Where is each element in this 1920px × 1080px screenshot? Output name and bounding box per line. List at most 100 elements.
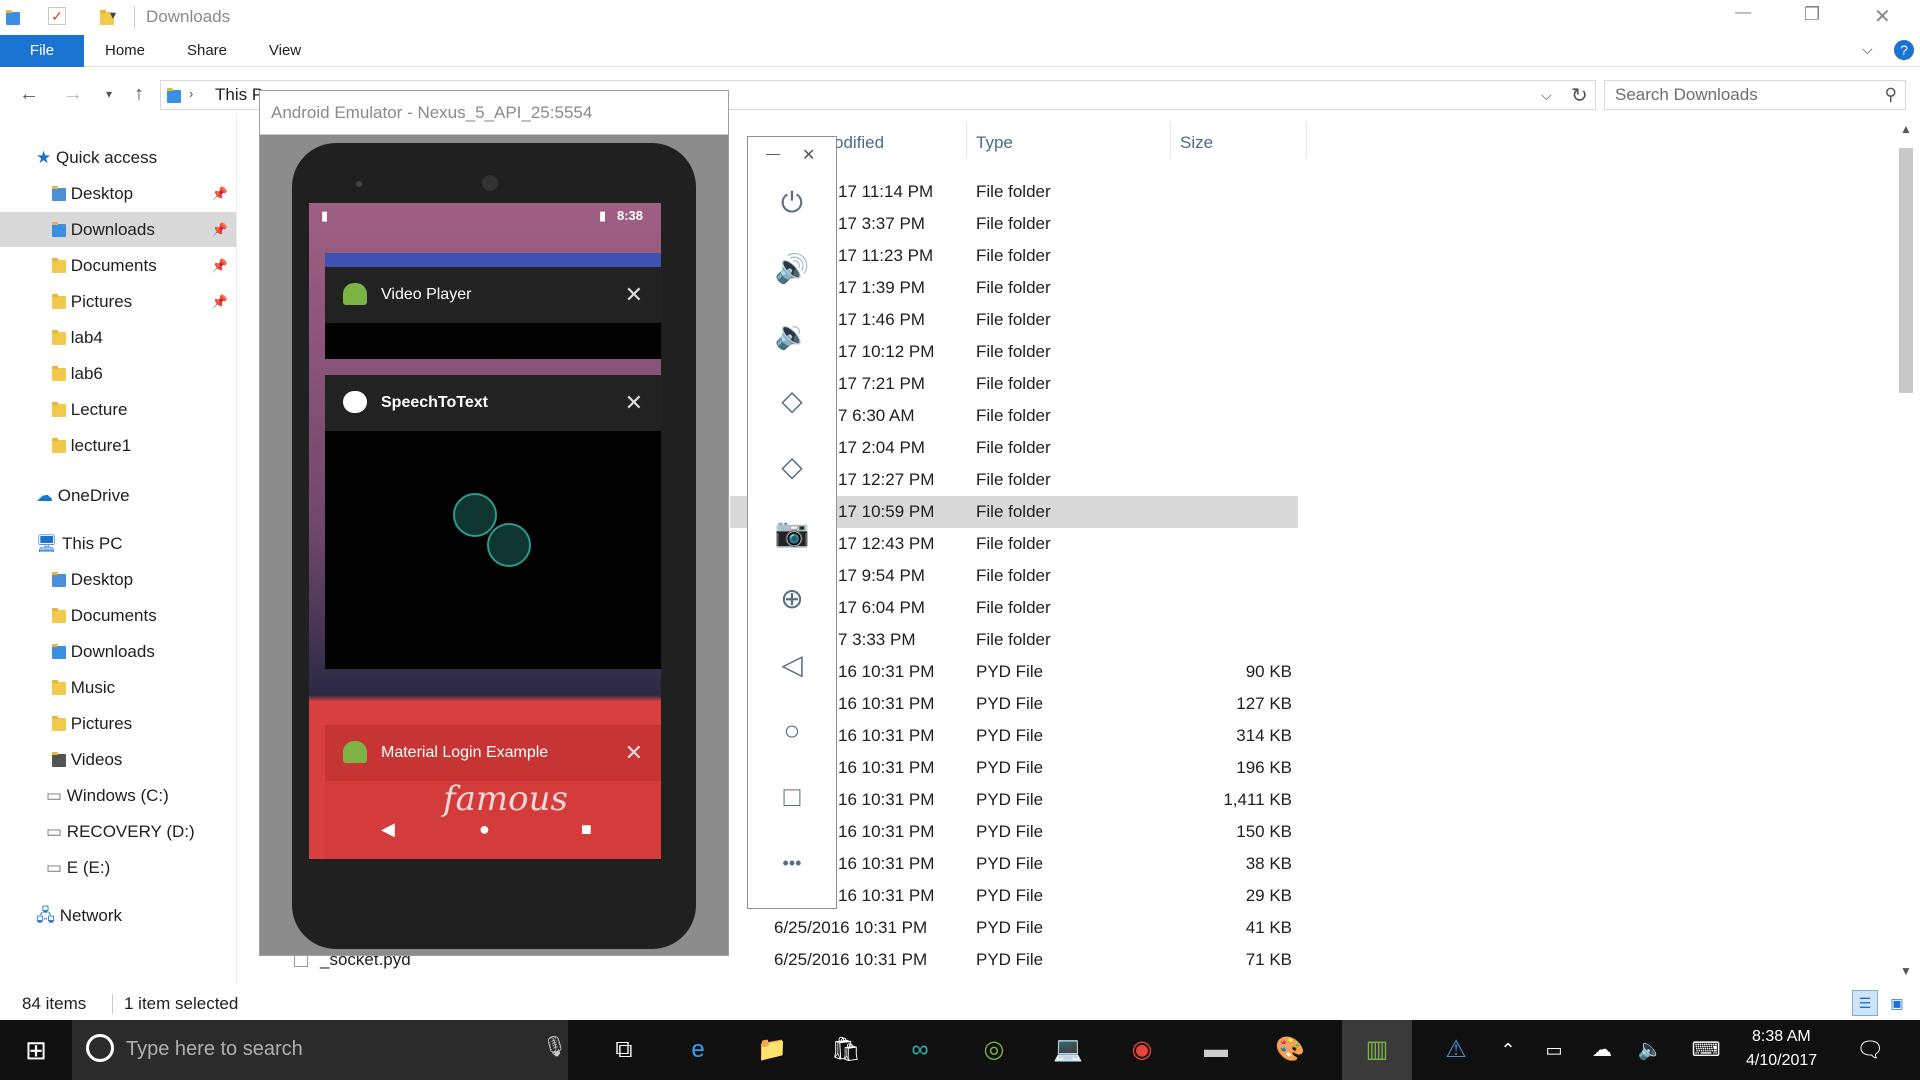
back-icon[interactable]: ◁ [748,645,836,685]
cell-type: File folder [976,630,1051,649]
edge-icon[interactable]: e [678,1030,718,1070]
selection-count: 1 item selected [124,994,239,1013]
terminal-icon[interactable]: ▬ [1196,1030,1236,1070]
details-view-icon[interactable]: ☰ [1852,990,1878,1016]
onedrive-tray-icon[interactable]: ☁ [1582,1030,1622,1070]
close-card-button[interactable]: ✕ [625,375,643,431]
cell-type: File folder [976,598,1051,617]
cell-date: 17 12:27 PM [838,470,935,489]
emulator-window[interactable]: Android Emulator - Nexus_5_API_25:5554 ▮… [259,90,729,956]
chrome-icon[interactable]: ◉ [1122,1030,1162,1070]
show-hidden-icons-chevron[interactable]: ⌃ [1488,1030,1528,1070]
microphone-icon[interactable]: 🎙 [542,1034,567,1059]
cell-size: 127 KB [1236,694,1292,713]
remote-desktop-icon[interactable]: 💻 [1048,1030,1088,1070]
android-recents-button[interactable]: ■ [581,819,592,840]
cell-type: File folder [976,502,1051,521]
cell-size: 1,411 KB [1223,790,1292,809]
cell-date: 17 12:43 PM [838,534,935,553]
cell-type: File folder [976,342,1051,361]
taskbar-time[interactable]: 8:38 AM [1752,1028,1811,1046]
close-card-button[interactable]: ✕ [625,725,643,781]
emulator-close-button[interactable]: ✕ [802,145,815,165]
explorer-status-bar: 84 items 1 item selected ☰ ▣ [0,990,1920,1020]
close-card-button[interactable]: ✕ [625,267,643,323]
taskbar-search-box[interactable]: Type here to search 🎙 [72,1020,568,1080]
camera-icon[interactable]: 📷 [748,513,836,553]
power-icon[interactable]: ⏻ [748,183,836,223]
cell-date: 6/25/2016 10:31 PM [774,918,928,937]
android-back-button[interactable]: ◀ [381,819,395,840]
cell-size: 41 KB [1245,918,1292,937]
rotate-right-icon[interactable]: ◇ [748,447,836,487]
cell-date: 17 1:46 PM [838,310,925,329]
scrollbar-thumb[interactable] [1899,148,1913,393]
vertical-scrollbar[interactable]: ▲ ▼ [1896,122,1916,982]
battery-icon[interactable]: ▭ [1534,1030,1574,1070]
cell-date: 17 11:23 PM [838,246,934,265]
mic-animation-circle [453,493,497,537]
windows-start-icon[interactable]: ⊞ [16,1030,56,1070]
phone-screen[interactable]: ▮ ▮ 8:38 Video Player ✕ SpeechToText ✕ M… [309,203,661,859]
keyboard-icon[interactable]: ⌨ [1686,1030,1726,1070]
task-view-icon[interactable]: ⧉ [604,1030,644,1070]
volume-icon[interactable]: 🔈 [1630,1030,1670,1070]
action-center-icon[interactable]: 🗨 [1850,1030,1890,1070]
cell-size: 196 KB [1236,758,1292,777]
cell-date: 16 10:31 PM [838,726,935,745]
cell-type: PYD File [976,694,1044,713]
cell-date: 6/25/2016 10:31 PM [774,950,928,969]
app-icon[interactable]: ▥ [1342,1020,1412,1080]
paint-icon[interactable]: 🎨 [1270,1030,1310,1070]
scroll-up-icon[interactable]: ▲ [1900,122,1912,136]
camera-dot [356,181,362,187]
large-icons-view-icon[interactable]: ▣ [1884,990,1910,1016]
battery-icon: ▮ [599,208,607,223]
cell-type: File folder [976,566,1051,585]
cell-date: 16 10:31 PM [838,694,935,713]
taskbar-search-placeholder: Type here to search [126,1038,303,1060]
recent-card-material-login[interactable]: Material Login Example ✕ famous [325,725,661,859]
android-home-button[interactable]: ● [479,819,490,840]
file-explorer-icon[interactable]: 📁 [752,1030,792,1070]
item-count: 84 items [22,994,87,1013]
cell-date: 16 10:31 PM [838,662,935,681]
cell-type: File folder [976,278,1051,297]
cell-type: File folder [976,438,1051,457]
recent-card-speechtotext[interactable]: SpeechToText ✕ [325,375,661,669]
taskbar-date[interactable]: 4/10/2017 [1746,1052,1817,1070]
cell-type: File folder [976,310,1051,329]
more-icon[interactable]: ••• [748,843,836,883]
cell-date: 17 11:14 PM [838,182,934,201]
update-warning-icon[interactable]: ⚠ [1436,1030,1476,1070]
android-studio-icon[interactable]: ◎ [974,1030,1014,1070]
volume-down-icon[interactable]: 🔉 [748,315,836,355]
emulator-minimize-button[interactable]: — [766,145,780,161]
cell-type: PYD File [976,790,1044,809]
emulator-toolbar: — ✕ ⏻ 🔊 🔉 ◇ ◇ 📷 ⊕ ◁ ○ □ ••• [747,136,837,909]
phone-frame: ▮ ▮ 8:38 Video Player ✕ SpeechToText ✕ M… [292,143,696,949]
cell-date: 16 10:31 PM [838,758,935,777]
divider [112,994,113,1014]
scroll-down-icon[interactable]: ▼ [1900,964,1912,978]
arduino-icon[interactable]: ∞ [900,1030,940,1070]
home-icon[interactable]: ○ [748,711,836,751]
store-icon[interactable]: 🛍 [826,1030,866,1070]
emulator-title[interactable]: Android Emulator - Nexus_5_API_25:5554 [260,91,728,135]
overview-icon[interactable]: □ [748,777,836,817]
app-logo-text: famous [443,779,568,819]
rotate-left-icon[interactable]: ◇ [748,381,836,421]
cell-date: 7 3:33 PM [838,630,916,649]
cell-size: 71 KB [1245,950,1292,969]
android-icon [343,391,367,413]
recent-card-video-player[interactable]: Video Player ✕ [325,253,661,359]
cell-type: PYD File [976,918,1044,937]
speaker-icon [482,175,498,191]
zoom-icon[interactable]: ⊕ [748,579,836,619]
cortana-icon [86,1034,114,1062]
card-title: SpeechToText [381,394,488,411]
cell-type: PYD File [976,758,1044,777]
volume-up-icon[interactable]: 🔊 [748,249,836,289]
cell-date: 17 1:39 PM [838,278,925,297]
card-header: Material Login Example ✕ [325,725,661,781]
